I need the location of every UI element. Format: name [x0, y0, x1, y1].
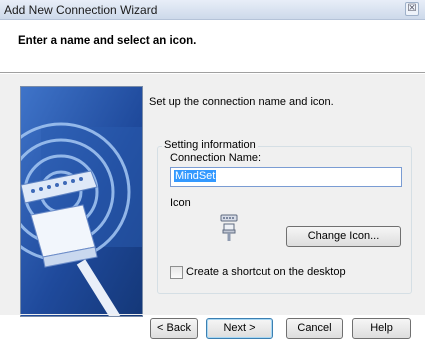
intro-text: Set up the connection name and icon.	[149, 96, 334, 108]
title-bar: Add New Connection Wizard ☒	[0, 0, 425, 20]
icon-label: Icon	[170, 197, 191, 209]
wizard-illustration	[20, 86, 143, 317]
close-icon[interactable]: ☒	[405, 2, 419, 16]
wizard-header: Enter a name and select an icon.	[0, 21, 425, 72]
connection-name-input[interactable]: MindSet	[170, 167, 402, 187]
group-legend: Setting information	[162, 139, 258, 151]
footer-divider	[0, 314, 425, 315]
page-title: Enter a name and select an icon.	[18, 35, 197, 47]
window-title: Add New Connection Wizard	[4, 3, 158, 17]
connection-name-value: MindSet	[174, 170, 217, 182]
cancel-button[interactable]: Cancel	[286, 318, 343, 339]
back-button[interactable]: < Back	[150, 318, 198, 339]
change-icon-button[interactable]: Change Icon...	[286, 226, 401, 247]
serial-port-connection-icon	[220, 214, 238, 241]
shortcut-checkbox[interactable]	[170, 266, 183, 279]
next-button[interactable]: Next >	[206, 318, 273, 339]
connection-name-label: Connection Name:	[170, 152, 262, 164]
shortcut-checkbox-label[interactable]: Create a shortcut on the desktop	[186, 266, 346, 278]
help-button[interactable]: Help	[352, 318, 411, 339]
